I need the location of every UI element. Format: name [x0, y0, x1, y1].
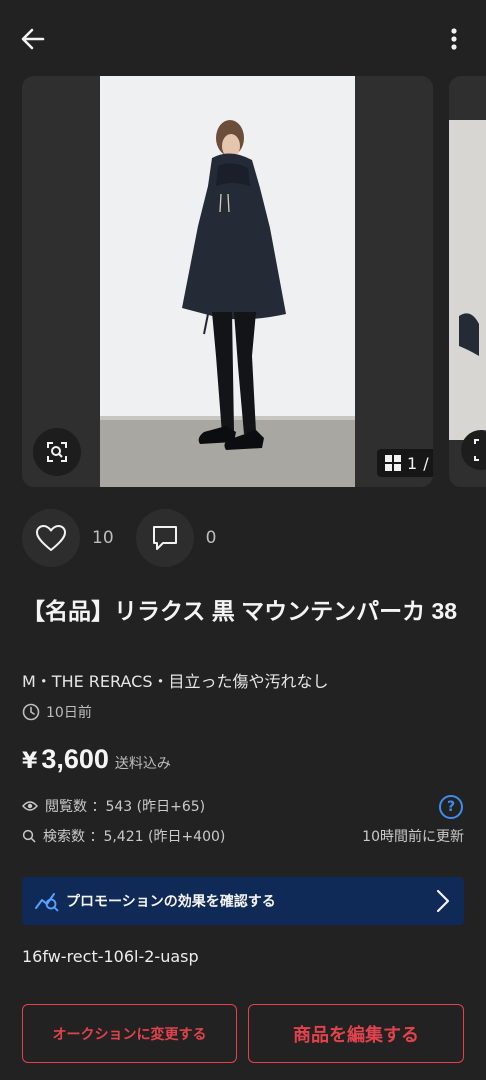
top-bar — [0, 0, 486, 76]
comment-icon — [152, 526, 177, 550]
photo-counter-current: 1 — [407, 453, 418, 473]
product-photo — [100, 76, 355, 487]
posted-time: 10日前 — [22, 702, 92, 722]
stats-help-button[interactable]: ? — [439, 795, 463, 819]
item-subtitle: M・THE RERACS・目立った傷や汚れなし — [22, 672, 329, 691]
clock-icon — [22, 703, 40, 721]
back-button[interactable] — [14, 20, 52, 58]
grid-icon — [385, 455, 401, 471]
posted-time-text: 10日前 — [46, 705, 92, 721]
promotion-banner[interactable]: プロモーションの効果を確認する — [22, 877, 464, 925]
product-code: 16fw-rect-106l-2-uasp — [22, 947, 199, 966]
more-vertical-icon — [451, 28, 457, 50]
photo-carousel[interactable]: 1 / 7 — [0, 76, 486, 488]
view-count-stat: 閲覧数 ：543 (昨日+65) — [22, 796, 205, 816]
view-count-text: 閲覧数 ：543 (昨日+65) — [45, 799, 206, 815]
comment-count: 0 — [205, 528, 217, 548]
search-icon — [22, 829, 36, 843]
search-count-stat: 検索数 ：5,421 (昨日+400) — [22, 826, 225, 846]
photo-card-main[interactable]: 1 / 7 — [22, 76, 433, 487]
shipping-note: 送料込み — [114, 756, 171, 772]
more-menu-button[interactable] — [438, 20, 470, 58]
analytics-icon — [35, 893, 59, 912]
stats-updated-time: 10時間前に更新 — [362, 829, 464, 845]
chevron-right-icon — [436, 889, 450, 913]
image-search-icon — [47, 442, 67, 462]
photo-counter-separator: / — [423, 453, 429, 473]
photo-counter: 1 / 7 — [377, 449, 433, 477]
photo-card-next[interactable] — [449, 76, 486, 487]
change-to-auction-button[interactable]: オークションに変更する — [22, 1004, 237, 1063]
like-count: 10 — [92, 528, 114, 548]
heart-icon — [36, 525, 66, 551]
price-block: ¥ 3,600 送料込み — [22, 744, 171, 775]
eye-icon — [22, 801, 38, 811]
action-row: 10 0 — [22, 508, 216, 568]
item-title: 【名品】リラクス 黒 マウンテンパーカ 38 — [22, 598, 458, 624]
edit-item-button[interactable]: 商品を編集する — [248, 1004, 464, 1063]
search-count-text: 検索数 ：5,421 (昨日+400) — [43, 829, 226, 845]
price-amount: 3,600 — [41, 744, 109, 774]
comment-button[interactable] — [135, 509, 194, 567]
image-search-button[interactable] — [33, 428, 81, 476]
arrow-left-icon — [21, 28, 45, 50]
price-currency: ¥ — [22, 749, 38, 774]
promotion-label: プロモーションの効果を確認する — [66, 894, 276, 910]
like-button[interactable] — [22, 509, 80, 567]
